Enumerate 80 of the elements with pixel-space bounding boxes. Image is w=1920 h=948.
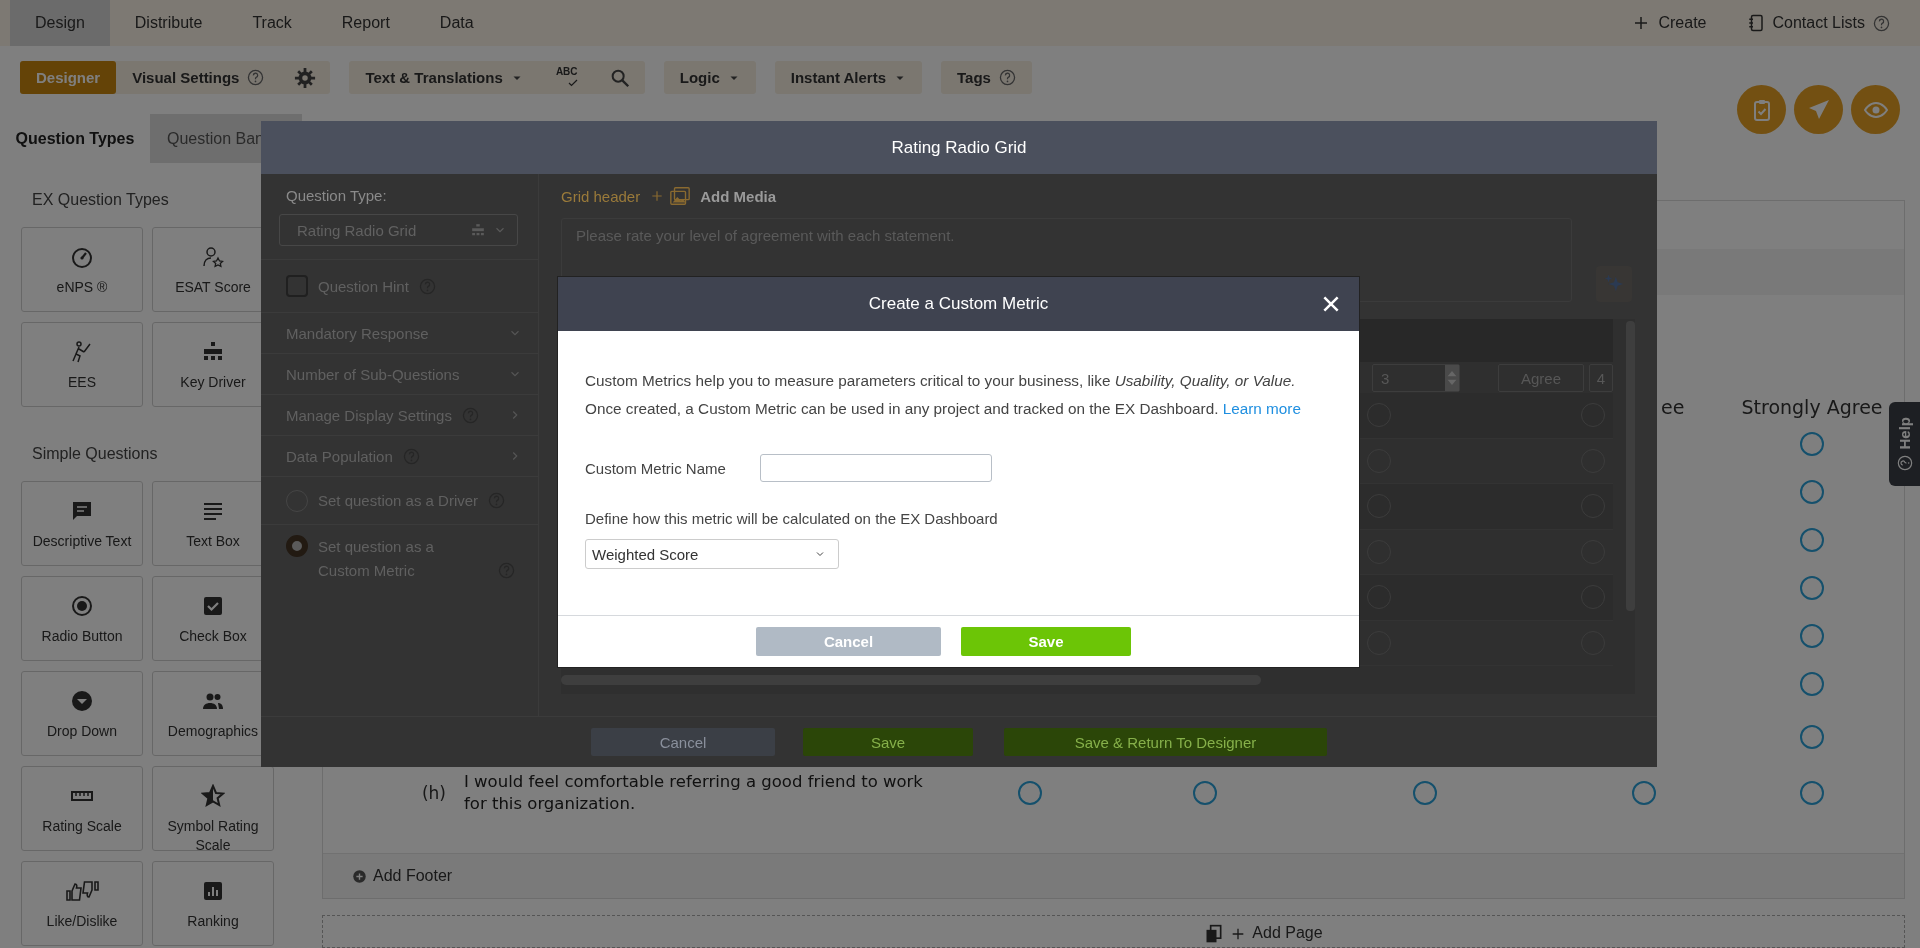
stepper-icon <box>1445 365 1459 391</box>
add-media-link[interactable]: Add Media <box>700 187 777 205</box>
question-type-tile[interactable]: EES <box>21 322 143 407</box>
radio-button[interactable] <box>1018 781 1042 805</box>
radio-button[interactable] <box>1800 781 1824 805</box>
radio-button[interactable] <box>1800 432 1824 456</box>
help-tab[interactable]: Help <box>1889 402 1920 486</box>
nav-tab[interactable]: Data <box>414 0 499 46</box>
dropdown-icon <box>70 689 94 713</box>
question-type-tile[interactable]: Ranking <box>152 861 274 946</box>
menu-button[interactable]: Logic <box>663 61 756 94</box>
mode-tab[interactable]: Designer <box>20 61 117 94</box>
radio-button[interactable] <box>1800 480 1824 504</box>
nav-tab[interactable]: Design <box>10 0 110 46</box>
save-button[interactable]: Save & Return To Designer <box>1004 728 1327 756</box>
field-label: Grid header <box>561 187 641 205</box>
images-icon <box>668 185 693 207</box>
checkbox-icon <box>201 594 225 618</box>
menu-button[interactable]: Text & Translations <box>349 61 539 94</box>
question-type-tile[interactable]: eNPS ® <box>21 227 143 312</box>
ai-assist-button[interactable] <box>1596 266 1632 302</box>
plus-icon <box>650 189 665 203</box>
close-icon <box>1321 294 1341 314</box>
question-type-tile[interactable]: Descriptive Text <box>21 481 143 566</box>
radio-button[interactable] <box>1413 781 1437 805</box>
radio-button[interactable] <box>286 535 308 557</box>
metric-name-field[interactable] <box>760 454 992 482</box>
radio-button[interactable] <box>1800 576 1824 600</box>
contact-lists-link[interactable]: Contact Lists <box>1772 14 1865 32</box>
figure-icon <box>70 340 94 364</box>
tags-button[interactable]: Tags <box>941 61 1032 94</box>
bar-chart-icon <box>201 879 225 903</box>
review-button[interactable] <box>1737 85 1786 134</box>
notebook-icon <box>1746 14 1765 32</box>
field-label: Custom Metric Name <box>585 459 727 477</box>
create-link[interactable]: Create <box>1658 14 1707 32</box>
question-type-tile[interactable]: Radio Button <box>21 576 143 661</box>
radio-button[interactable] <box>1632 781 1656 805</box>
column-header: Strongly Agree <box>1741 396 1883 418</box>
field-label: Question Type: <box>286 187 388 204</box>
save-button[interactable]: Save <box>961 627 1131 656</box>
help-icon <box>1896 455 1913 472</box>
person-star-icon <box>201 245 225 269</box>
question-type-tile[interactable]: Rating Scale <box>21 766 143 851</box>
add-page-link[interactable]: Add Page <box>1252 924 1323 942</box>
settings-icon <box>294 66 317 89</box>
add-footer-link[interactable]: Add Footer <box>373 867 453 885</box>
radio-icon <box>70 594 94 618</box>
message-icon <box>70 499 94 523</box>
dialog-title: Rating Radio Grid <box>261 121 1657 174</box>
radio-button[interactable] <box>1800 672 1824 696</box>
preview-button[interactable] <box>1851 85 1900 134</box>
cancel-button[interactable]: Cancel <box>591 728 775 756</box>
question-type-tile[interactable]: Drop Down <box>21 671 143 756</box>
question-type-tile[interactable]: Symbol Rating Scale <box>152 766 274 851</box>
description-text: Custom Metrics help you to measure parameters critical to your business, like Usability, Quality, or Value. Once created, a Custom Metric can be used in any project and tracked on the EX Dashboard. Learn more <box>585 371 1302 419</box>
field-label: Define how this metric will be calculated on the EX Dashboard <box>585 510 999 527</box>
gauge-icon <box>70 245 94 269</box>
add-icon <box>352 868 367 884</box>
question-type-tile[interactable]: Like/Dislike <box>21 861 143 946</box>
nav-tab[interactable]: Track <box>227 0 317 46</box>
radio-button[interactable] <box>1800 724 1824 749</box>
statement-text: I would feel comfortable referring a good friend to work for this organization. <box>464 771 924 815</box>
send-button[interactable] <box>1794 85 1843 134</box>
thumbs-icon <box>65 879 99 903</box>
menu-button[interactable]: Instant Alerts <box>774 61 923 94</box>
radio-button[interactable] <box>1193 781 1217 805</box>
pages-icon <box>1204 924 1225 944</box>
learn-more-link[interactable]: Learn more <box>1222 400 1301 417</box>
mode-tab[interactable]: Visual Settings <box>116 61 281 94</box>
radio-button[interactable] <box>1800 624 1824 648</box>
nav-tab[interactable]: Report <box>316 0 415 46</box>
column-header: ee <box>1661 396 1685 418</box>
row-letter: (h) <box>421 783 446 803</box>
spellcheck-button[interactable]: ABC <box>538 61 595 94</box>
calculation-select[interactable]: Weighted Score <box>585 539 839 569</box>
save-button[interactable]: Save <box>803 728 973 756</box>
radio-button[interactable] <box>1800 528 1824 552</box>
star-icon <box>201 784 225 808</box>
grid-icon <box>471 223 485 237</box>
